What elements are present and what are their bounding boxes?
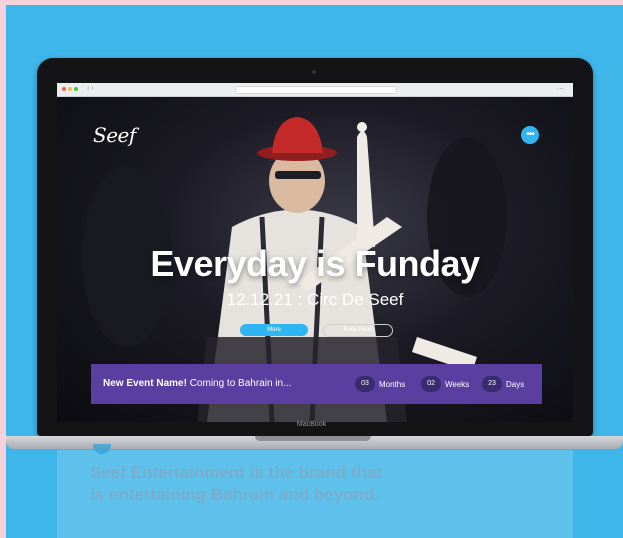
frame-left: [0, 0, 6, 538]
menu-icon[interactable]: •••: [521, 126, 539, 144]
brand-tagline: Seef Entertainment is the brand that is …: [90, 463, 382, 504]
countdown-unit: Weeks: [445, 379, 470, 389]
countdown-weeks: 02 Weeks: [421, 376, 469, 392]
event-name: New Event Name!: [103, 378, 187, 389]
address-bar[interactable]: [235, 86, 397, 94]
device-label: MacBook: [296, 421, 327, 428]
browser-tools-icon[interactable]: ⋯: [557, 85, 567, 93]
countdown-months: 03 Months: [355, 376, 405, 392]
laptop-screen: ‹ › ⋯ Seef ••• Everyday is Funday 12.12.…: [57, 83, 573, 422]
event-tagline: Coming to Bahrain in...: [186, 378, 292, 389]
more-button[interactable]: More: [240, 324, 308, 336]
countdown-value: 23: [482, 376, 502, 392]
maximize-dot-icon[interactable]: [74, 87, 78, 91]
hero-subtitle: 12.12.21 : Circ De Seef: [226, 290, 404, 309]
countdown-value: 03: [355, 376, 375, 392]
countdown-unit: Months: [379, 379, 406, 389]
site-logo[interactable]: Seef: [93, 123, 136, 147]
countdown-days: 23 Days: [482, 376, 524, 392]
close-dot-icon[interactable]: [62, 87, 66, 91]
countdown-unit: Days: [506, 379, 525, 389]
book-now-button[interactable]: Book Now!: [323, 324, 393, 337]
hero-title: Everyday is Funday: [150, 243, 480, 284]
browser-toolbar: ‹ › ⋯: [57, 83, 573, 97]
minimize-dot-icon[interactable]: [68, 87, 72, 91]
event-text: New Event Name! Coming to Bahrain in...: [103, 364, 291, 404]
hero-section: Seef ••• Everyday is Funday 12.12.21 : C…: [57, 97, 573, 422]
back-forward-icon[interactable]: ‹ ›: [87, 85, 94, 92]
countdown-value: 02: [421, 376, 441, 392]
frame-top: [0, 0, 623, 5]
event-banner[interactable]: New Event Name! Coming to Bahrain in... …: [91, 364, 542, 404]
camera-icon: [312, 70, 316, 74]
laptop-notch: [255, 436, 371, 441]
